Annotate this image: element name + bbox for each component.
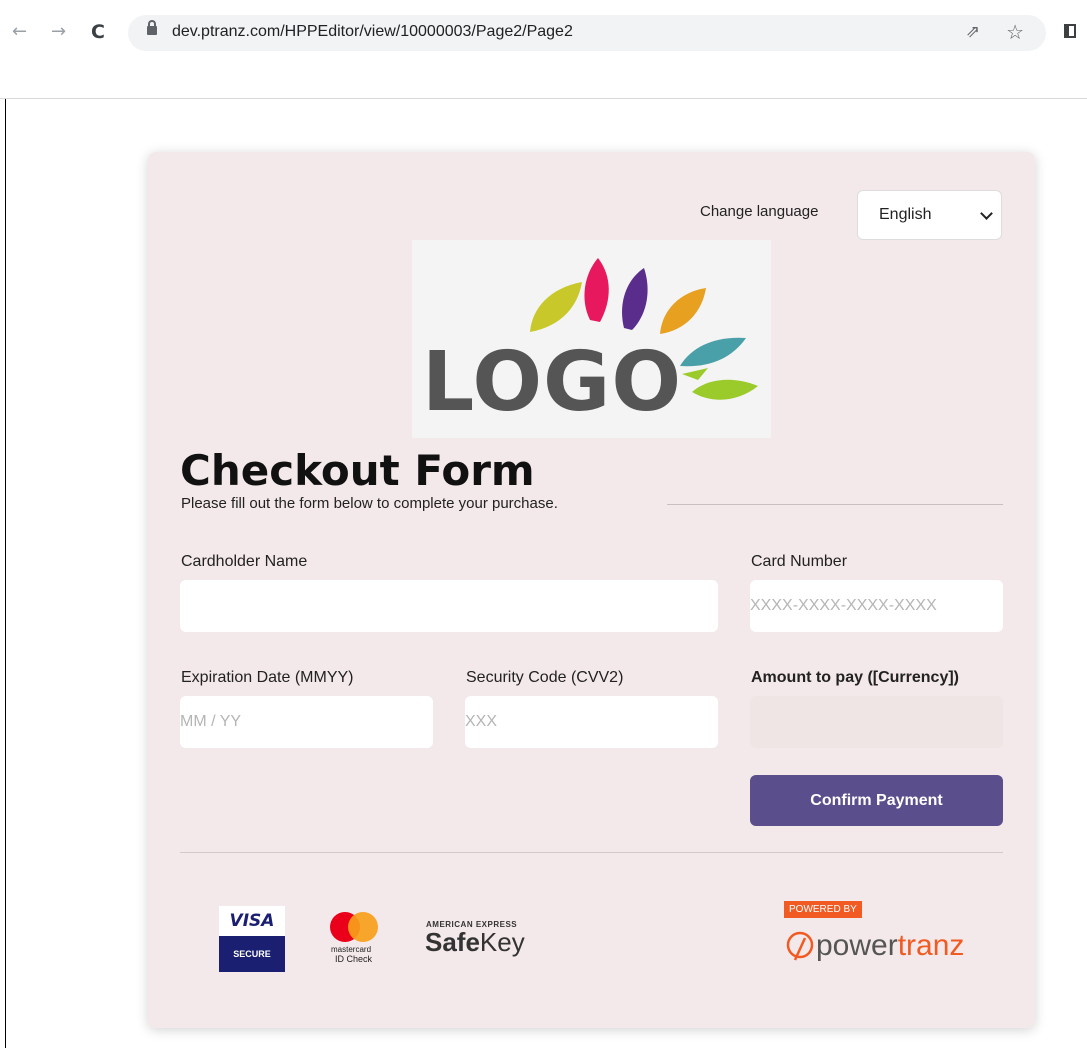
language-label: Change language (700, 203, 819, 220)
cvv-input[interactable]: XXX (465, 696, 718, 748)
share-icon[interactable]: ⇗ (966, 22, 980, 42)
merchant-logo: LOGO (412, 240, 771, 438)
safekey-badge: SafeKey (425, 927, 525, 958)
back-icon[interactable]: ← (12, 20, 27, 44)
side-panel-icon[interactable] (1064, 24, 1076, 38)
window-edge (5, 99, 6, 1048)
powered-by-label: POWERED BY (784, 901, 862, 918)
page-subtitle: Please fill out the form below to comple… (181, 495, 558, 512)
logo-text: LOGO (422, 335, 683, 430)
language-select[interactable]: English (857, 190, 1002, 240)
lock-icon[interactable] (147, 20, 157, 35)
forward-icon[interactable]: → (51, 20, 66, 44)
cardholder-name-label: Cardholder Name (181, 553, 308, 570)
footer-divider (180, 852, 1003, 853)
id-check-label: ID Check (335, 954, 373, 964)
card-number-input[interactable]: XXXX-XXXX-XXXX-XXXX (750, 580, 1003, 632)
address-bar[interactable]: dev.ptranz.com/HPPEditor/view/10000003/P… (128, 15, 1046, 51)
title-divider (667, 504, 1003, 505)
safekey-light: Key (479, 927, 525, 957)
bookmark-star-icon[interactable]: ☆ (1006, 20, 1024, 44)
powertranz-power: power (816, 929, 898, 962)
chevron-down-icon (980, 207, 993, 220)
cardholder-name-input[interactable] (180, 580, 718, 632)
safekey-bold: Safe (425, 927, 480, 957)
language-selected-value: English (879, 206, 932, 223)
expiration-input[interactable]: MM / YY (180, 696, 433, 748)
visa-secure-badge: VISA SECURE (219, 906, 285, 972)
amount-input (750, 696, 1003, 748)
checkout-card: Change language English LOGO Checkout Fo… (148, 152, 1035, 1028)
powertranz-tranz: tranz (897, 929, 965, 962)
page-title: Checkout Form (180, 446, 535, 495)
mastercard-id-check-badge: mastercard ID Check (328, 912, 384, 972)
powertranz-icon (786, 931, 814, 961)
visa-label: VISA (219, 906, 285, 936)
url-text[interactable]: dev.ptranz.com/HPPEditor/view/10000003/P… (172, 23, 573, 41)
browser-toolbar: ← → C dev.ptranz.com/HPPEditor/view/1000… (0, 0, 1087, 70)
reload-icon[interactable]: C (91, 20, 105, 44)
amount-label: Amount to pay ([Currency]) (751, 669, 959, 686)
mastercard-label: mastercard (331, 945, 372, 954)
expiration-label: Expiration Date (MMYY) (181, 669, 354, 686)
visa-secure-label: SECURE (219, 936, 285, 972)
cvv-label: Security Code (CVV2) (466, 669, 624, 686)
powertranz-logo: powertranz (816, 929, 964, 963)
confirm-payment-button[interactable]: Confirm Payment (750, 775, 1003, 826)
card-number-label: Card Number (751, 553, 848, 570)
mastercard-orange-circle-icon (348, 912, 378, 942)
toolbar-divider (0, 98, 1087, 99)
